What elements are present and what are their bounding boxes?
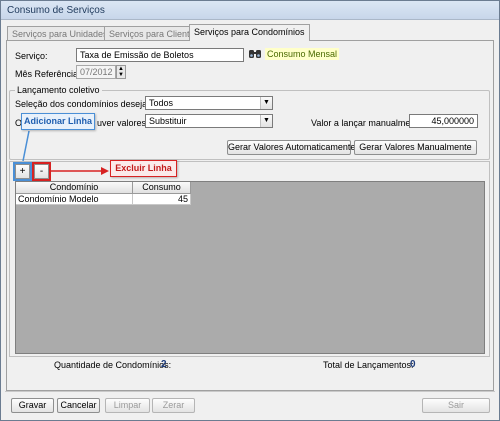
total-lancamentos-label: Total de Lançamentos: (323, 360, 414, 370)
limpar-button[interactable]: Limpar (105, 398, 150, 413)
sair-button[interactable]: Sair (422, 398, 490, 413)
consumo-servicos-window: Consumo de Serviços Serviços para Unidad… (0, 0, 500, 421)
cancelar-button[interactable]: Cancelar (57, 398, 100, 413)
quantidade-condominios-label: Quantidade de Condomínios: (54, 360, 172, 370)
excluir-linha-callout: Excluir Linha (110, 160, 177, 177)
arrow-right-icon (101, 167, 109, 175)
add-callout-pointer (22, 130, 30, 162)
tab-servicos-condominios[interactable]: Serviços para Condomínios (189, 24, 310, 41)
bottom-separator (5, 391, 495, 392)
total-lancamentos-value: 0 (410, 359, 416, 370)
quantidade-condominios-value: 2 (161, 359, 167, 370)
gravar-button[interactable]: Gravar (11, 398, 54, 413)
zerar-button[interactable]: Zerar (152, 398, 195, 413)
annotation-overlay (22, 130, 109, 175)
adicionar-linha-callout: Adicionar Linha (21, 113, 95, 130)
